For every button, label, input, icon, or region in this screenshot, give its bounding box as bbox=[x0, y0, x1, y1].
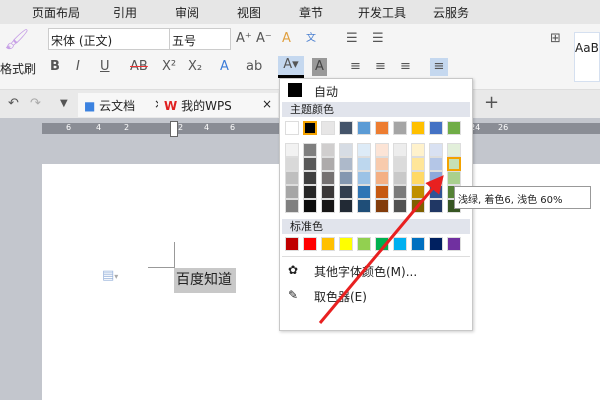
red-arrow bbox=[318, 175, 444, 324]
annotation-arrow bbox=[318, 175, 444, 324]
